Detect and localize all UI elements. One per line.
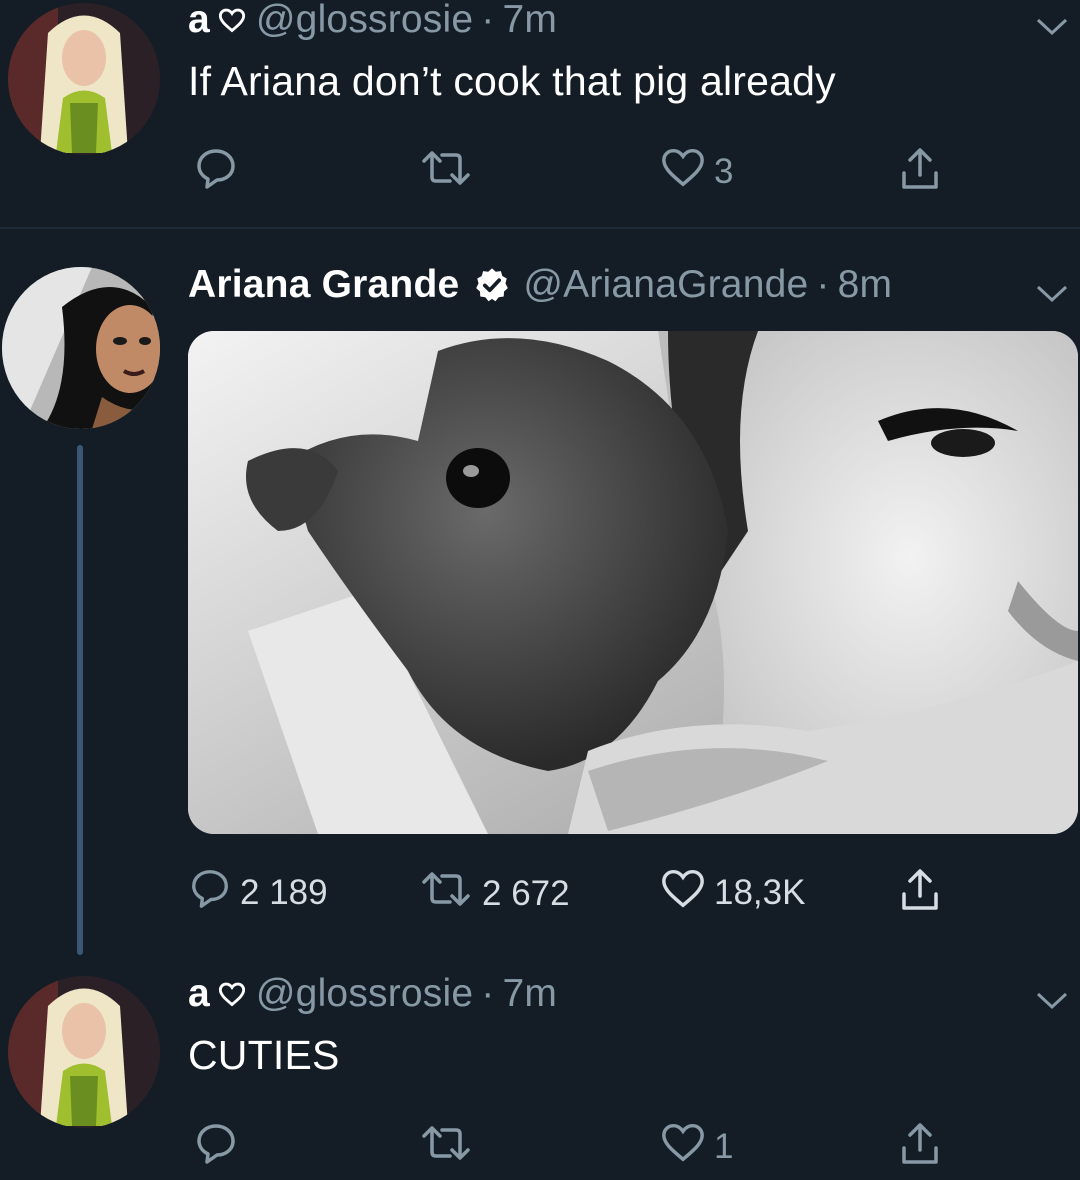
tweet-actions: 3	[188, 145, 1068, 205]
retweet-button[interactable]	[418, 145, 482, 200]
tweet[interactable]: a @glossrosie · 7m CUTIES 1	[0, 960, 1080, 1168]
like-icon	[660, 866, 706, 919]
reply-icon	[193, 1120, 239, 1175]
timestamp[interactable]: 7m	[502, 972, 557, 1016]
retweet-icon	[418, 145, 474, 200]
tweet-actions: 1	[188, 1120, 1068, 1180]
avatar[interactable]	[8, 3, 160, 155]
retweet-icon	[418, 866, 474, 921]
share-button[interactable]	[896, 145, 944, 202]
handle[interactable]: @ArianaGrande	[523, 263, 808, 307]
retweet-button[interactable]	[418, 1120, 482, 1175]
like-button[interactable]: 1	[660, 1120, 733, 1173]
retweet-icon	[418, 1120, 474, 1175]
avatar[interactable]	[8, 976, 160, 1128]
tweet-header: Ariana Grande @ArianaGrande · 8m	[188, 263, 892, 307]
display-name[interactable]: Ariana Grande	[188, 263, 459, 307]
like-icon	[660, 1120, 706, 1173]
reply-button[interactable]: 2 189	[188, 866, 328, 919]
like-count: 1	[714, 1126, 734, 1166]
tweet-header: a @glossrosie · 7m	[188, 0, 557, 42]
reply-button[interactable]	[193, 1120, 247, 1175]
tweet-header: a @glossrosie · 7m	[188, 972, 557, 1016]
timestamp[interactable]: 8m	[838, 263, 893, 307]
timestamp[interactable]: 7m	[502, 0, 557, 42]
like-button[interactable]: 3	[660, 145, 733, 198]
reply-button[interactable]	[193, 145, 247, 200]
like-count: 18,3K	[714, 872, 806, 912]
tweet[interactable]: a @glossrosie · 7m If Ariana don’t cook …	[0, 0, 1080, 228]
share-icon	[896, 145, 944, 202]
share-button[interactable]	[896, 1120, 944, 1177]
heart-outline-icon	[218, 7, 246, 33]
share-button[interactable]	[896, 866, 944, 923]
separator: ·	[481, 972, 495, 1015]
display-name[interactable]: a	[188, 972, 210, 1016]
tweet-text: If Ariana don’t cook that pig already	[188, 58, 836, 104]
chevron-down-icon[interactable]	[1034, 14, 1070, 43]
like-button[interactable]: 18,3K	[660, 866, 805, 919]
tweet-text: CUTIES	[188, 1032, 340, 1078]
retweet-count: 2 672	[482, 873, 570, 913]
tweet-media-image[interactable]	[188, 331, 1078, 834]
like-count: 3	[714, 151, 734, 191]
handle[interactable]: @glossrosie	[256, 972, 473, 1016]
retweet-button[interactable]: 2 672	[418, 866, 570, 921]
reply-icon	[188, 866, 232, 919]
reply-count: 2 189	[240, 872, 328, 912]
separator: ·	[481, 0, 495, 41]
share-icon	[896, 866, 944, 923]
reply-icon	[193, 145, 239, 200]
display-name[interactable]: a	[188, 0, 210, 42]
chevron-down-icon[interactable]	[1034, 281, 1070, 310]
like-icon	[660, 145, 706, 198]
tweet-actions: 2 189 2 672 18,3K	[188, 866, 1068, 926]
chevron-down-icon[interactable]	[1034, 988, 1070, 1017]
handle[interactable]: @glossrosie	[256, 0, 473, 42]
verified-badge-icon	[473, 266, 511, 304]
heart-outline-icon	[218, 981, 246, 1007]
separator: ·	[816, 263, 830, 306]
share-icon	[896, 1120, 944, 1177]
thread-line	[77, 445, 83, 955]
avatar[interactable]	[2, 267, 160, 429]
